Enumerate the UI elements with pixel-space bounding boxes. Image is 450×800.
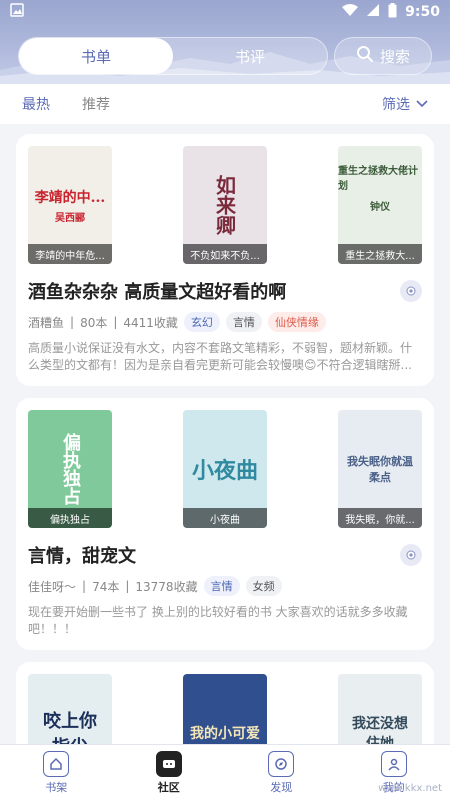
discover-icon [268, 750, 295, 777]
book-count: 74本 [92, 579, 120, 594]
booklist-description: 高质量小说保证没有水文，内容不套路文笔精彩，不弱智，题材新颖。什么类型的文都有！… [28, 341, 413, 372]
tag[interactable]: 女频 [245, 576, 282, 596]
booklist-title: 言情，甜宠文 [28, 546, 136, 567]
bookshelf-icon [43, 750, 70, 777]
cover-title: 如来卿 [212, 175, 237, 235]
cover-caption: 不负如来不负... [183, 244, 267, 264]
gallery-icon [10, 3, 24, 21]
search-icon [356, 45, 374, 67]
filter-button[interactable]: 筛选 [382, 94, 428, 114]
fav-count: 4411收藏 [123, 315, 178, 330]
book-cover[interactable]: 重生之拯救大佬计划 钟仪 重生之拯救大... [338, 146, 422, 264]
book-cover[interactable]: 偏执独占 偏执独占 [28, 410, 112, 528]
author-name[interactable]: 佳佳呀～ [28, 578, 76, 595]
filter-label: 筛选 [382, 97, 410, 113]
cover-caption: 我失眠，你就... [338, 508, 422, 528]
header-banner: 9:50 书单 书评 搜索 [0, 0, 450, 84]
cover-caption: 小夜曲 [183, 508, 267, 528]
cover-row: 偏执独占 偏执独占 小夜曲 小夜曲 我失眠你就温柔点 我失眠，你就... [28, 410, 422, 528]
status-time: 9:50 [405, 4, 440, 20]
filter-hot[interactable]: 最热 [22, 94, 50, 114]
cover-title: 我还没想住她 [352, 716, 408, 744]
fav-count: 13778收藏 [135, 579, 198, 594]
cover-title: 小夜曲 [191, 458, 258, 484]
book-cover[interactable]: 李靖的中... 吴西郦 李靖的中年危... [28, 146, 112, 264]
cover-caption: 重生之拯救大... [338, 244, 422, 264]
signal-icon [366, 3, 380, 21]
author-name[interactable]: 酒糟鱼 [28, 314, 64, 331]
booklist-meta: 佳佳呀～ | 74本 | 13778收藏 言情 女频 [28, 576, 422, 596]
nav-label: 书架 [45, 780, 68, 794]
booklist-card[interactable]: 咬上你指尖 我的小可爱 我还没想住她 [16, 662, 434, 744]
tag[interactable]: 玄幻 [183, 312, 220, 332]
book-cover[interactable]: 我失眠你就温柔点 我失眠，你就... [338, 410, 422, 528]
header-tabbar: 书单 书评 搜索 [18, 37, 432, 75]
cover-title: 重生之拯救大佬计划 [338, 166, 418, 192]
avatar[interactable] [400, 280, 422, 302]
cover-title: 我的小可爱 [190, 726, 260, 742]
avatar[interactable] [400, 544, 422, 566]
tab-booklist[interactable]: 书单 [19, 38, 173, 74]
booklist-meta: 酒糟鱼 | 80本 | 4411收藏 玄幻 言情 仙侠情缘 [28, 312, 422, 332]
tab-reviews[interactable]: 书评 [173, 38, 327, 74]
booklist-feed[interactable]: 李靖的中... 吴西郦 李靖的中年危... 如来卿 不负如来不负... 重生之拯… [0, 124, 450, 744]
chevron-down-icon [416, 96, 428, 112]
status-bar: 9:50 [0, 0, 450, 24]
filter-row: 最热 推荐 筛选 [0, 84, 450, 124]
book-cover[interactable]: 我还没想住她 [338, 674, 422, 744]
book-count: 80本 [80, 315, 108, 330]
nav-label: 发现 [270, 780, 293, 794]
book-cover[interactable]: 我的小可爱 [183, 674, 267, 744]
cover-row: 咬上你指尖 我的小可爱 我还没想住她 [28, 674, 422, 744]
booklist-description: 现在要开始删一些书了 换上别的比较好看的书 大家喜欢的话就多多收藏吧！！！ [28, 605, 408, 636]
battery-icon [388, 2, 397, 22]
cover-author: 钟仪 [370, 202, 390, 213]
cover-author: 吴西郦 [55, 212, 85, 224]
book-cover[interactable]: 小夜曲 小夜曲 [183, 410, 267, 528]
tag[interactable]: 言情 [203, 576, 240, 596]
cover-caption: 偏执独占 [28, 508, 112, 528]
segment-control: 书单 书评 [18, 37, 328, 75]
cover-title: 我失眠你就温柔点 [347, 455, 413, 484]
booklist-card[interactable]: 偏执独占 偏执独占 小夜曲 小夜曲 我失眠你就温柔点 我失眠，你就... 言情，… [16, 398, 434, 650]
nav-community[interactable]: 社区 [113, 745, 226, 800]
cover-title: 咬上你指尖 [43, 711, 97, 744]
cover-title: 李靖的中... [34, 189, 106, 206]
cover-title: 偏执独占 [60, 433, 81, 505]
nav-bookshelf[interactable]: 书架 [0, 745, 113, 800]
book-cover[interactable]: 咬上你指尖 [28, 674, 112, 744]
booklist-title: 酒鱼杂杂杂 高质量文超好看的啊 [28, 282, 287, 303]
wifi-icon [342, 3, 359, 21]
watermark: www.kkx.net [378, 783, 442, 794]
tag[interactable]: 仙侠情缘 [267, 312, 326, 332]
book-cover[interactable]: 如来卿 不负如来不负... [183, 146, 267, 264]
filter-recommend[interactable]: 推荐 [82, 94, 110, 114]
search-label: 搜索 [379, 47, 410, 66]
search-button[interactable]: 搜索 [334, 37, 432, 75]
cover-caption: 李靖的中年危... [28, 244, 112, 264]
booklist-card[interactable]: 李靖的中... 吴西郦 李靖的中年危... 如来卿 不负如来不负... 重生之拯… [16, 134, 434, 386]
profile-icon [380, 750, 407, 777]
community-icon [155, 750, 182, 777]
cover-row: 李靖的中... 吴西郦 李靖的中年危... 如来卿 不负如来不负... 重生之拯… [28, 146, 422, 264]
nav-discover[interactable]: 发现 [225, 745, 338, 800]
nav-label: 社区 [157, 780, 180, 794]
tag[interactable]: 言情 [225, 312, 262, 332]
